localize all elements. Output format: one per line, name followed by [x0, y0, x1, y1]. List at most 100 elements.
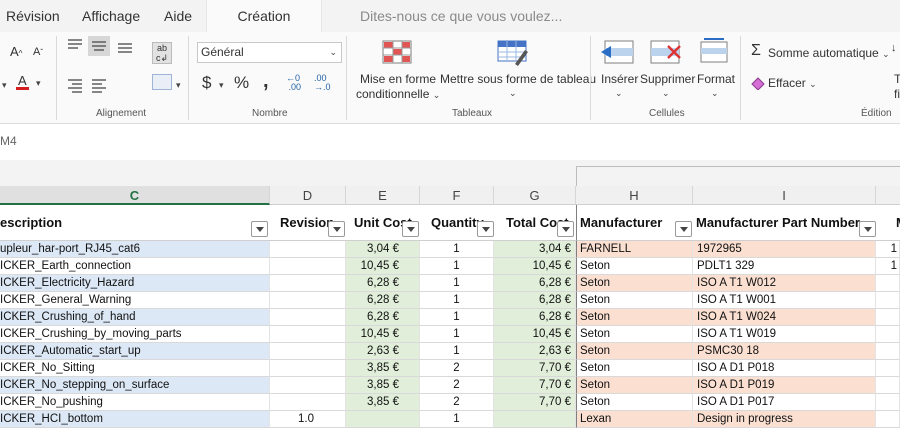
cell-total[interactable]: 10,45 €: [494, 258, 576, 275]
currency-dropdown-icon[interactable]: ▾: [219, 80, 224, 91]
delete-dropdown-icon[interactable]: ⌄: [662, 88, 670, 99]
format-as-table-button[interactable]: Mettre sous forme de tableau: [440, 72, 596, 86]
cell-m[interactable]: [876, 292, 900, 309]
cell-total[interactable]: [494, 411, 576, 428]
cell-m[interactable]: [876, 360, 900, 377]
cell-mfr[interactable]: Seton: [576, 309, 693, 326]
currency-icon[interactable]: $: [202, 73, 211, 93]
col-header-e[interactable]: E: [346, 186, 420, 205]
cell-unit[interactable]: 3,85 €: [346, 360, 420, 377]
autosum-button[interactable]: Somme automatique ⌄: [768, 46, 890, 60]
cell-total[interactable]: 7,70 €: [494, 394, 576, 411]
cell-m[interactable]: [876, 326, 900, 343]
cell-desc[interactable]: ICKER_Crushing_by_moving_parts: [0, 326, 270, 343]
cell-desc[interactable]: ICKER_No_stepping_on_surface: [0, 377, 270, 394]
cell-unit[interactable]: 6,28 €: [346, 292, 420, 309]
cell-desc[interactable]: ICKER_General_Warning: [0, 292, 270, 309]
cell-total[interactable]: 6,28 €: [494, 309, 576, 326]
col-header-h[interactable]: H: [576, 186, 693, 205]
cell-part[interactable]: ISO A D1 P017: [693, 394, 876, 411]
cell-desc[interactable]: ICKER_No_Sitting: [0, 360, 270, 377]
cell-qty[interactable]: 1: [420, 292, 494, 309]
cell-part[interactable]: 1972965: [693, 241, 876, 258]
cell-rev[interactable]: [270, 258, 346, 275]
cell-mfr[interactable]: FARNELL: [576, 241, 693, 258]
sort-filter-label[interactable]: T: [894, 72, 900, 86]
cell-unit[interactable]: 3,85 €: [346, 394, 420, 411]
cell-rev[interactable]: [270, 326, 346, 343]
cell-qty[interactable]: 1: [420, 326, 494, 343]
delete-button[interactable]: Supprimer: [640, 72, 695, 86]
tab-aide[interactable]: Aide: [164, 0, 204, 32]
cell-rev[interactable]: [270, 377, 346, 394]
cell-mfr[interactable]: Seton: [576, 394, 693, 411]
cell-qty[interactable]: 1: [420, 411, 494, 428]
col-header-i[interactable]: I: [693, 186, 876, 205]
cell-qty[interactable]: 2: [420, 394, 494, 411]
cell-m[interactable]: 1: [876, 258, 900, 275]
cell-desc[interactable]: ICKER_Earth_connection: [0, 258, 270, 275]
cell-total[interactable]: 3,04 €: [494, 241, 576, 258]
cell-qty[interactable]: 2: [420, 377, 494, 394]
tab-revision[interactable]: Révision: [6, 0, 66, 32]
insert-button[interactable]: Insérer: [601, 72, 638, 86]
search-input[interactable]: Dites-nous ce que vous voulez...: [360, 0, 562, 32]
col-header-f[interactable]: F: [420, 186, 494, 205]
cell-unit[interactable]: 3,04 €: [346, 241, 420, 258]
cell-mfr[interactable]: Lexan: [576, 411, 693, 428]
cell-qty[interactable]: 1: [420, 258, 494, 275]
col-header-g[interactable]: G: [494, 186, 576, 205]
merge-center-icon[interactable]: [152, 74, 172, 90]
decrease-decimal-icon[interactable]: .00 →.0: [314, 74, 331, 92]
format-dropdown-icon[interactable]: ⌄: [711, 88, 719, 99]
filter-description-icon[interactable]: [251, 221, 268, 237]
cell-unit[interactable]: 6,28 €: [346, 309, 420, 326]
cell-rev[interactable]: [270, 360, 346, 377]
cell-mfr[interactable]: Seton: [576, 275, 693, 292]
cell-qty[interactable]: 1: [420, 309, 494, 326]
col-header-d[interactable]: D: [270, 186, 346, 205]
cell-m[interactable]: [876, 394, 900, 411]
tab-affichage[interactable]: Affichage: [82, 0, 152, 32]
cell-unit[interactable]: 10,45 €: [346, 326, 420, 343]
cell-mfr[interactable]: Seton: [576, 292, 693, 309]
thousands-separator-icon[interactable]: ,: [263, 70, 269, 93]
sort-filter-icon[interactable]: ↓: [891, 42, 897, 54]
cell-total[interactable]: 6,28 €: [494, 275, 576, 292]
name-box[interactable]: M4: [0, 134, 17, 148]
increase-decimal-icon[interactable]: ←0 .00: [286, 74, 301, 92]
border-dropdown-icon[interactable]: ▾: [2, 80, 7, 91]
cell-total[interactable]: 2,63 €: [494, 343, 576, 360]
cell-desc[interactable]: ICKER_Crushing_of_hand: [0, 309, 270, 326]
cell-mfr[interactable]: Seton: [576, 258, 693, 275]
cell-qty[interactable]: 1: [420, 275, 494, 292]
cell-total[interactable]: 7,70 €: [494, 377, 576, 394]
cell-mfr[interactable]: Seton: [576, 377, 693, 394]
clear-button[interactable]: Effacer ⌄: [768, 76, 817, 90]
insert-dropdown-icon[interactable]: ⌄: [615, 88, 623, 99]
cell-desc[interactable]: ICKER_Electricity_Hazard: [0, 275, 270, 292]
percent-icon[interactable]: %: [234, 73, 249, 93]
cell-desc[interactable]: ICKER_HCI_bottom: [0, 411, 270, 428]
cell-m[interactable]: 1: [876, 241, 900, 258]
cell-part[interactable]: ISO A T1 W024: [693, 309, 876, 326]
cell-total[interactable]: 7,70 €: [494, 360, 576, 377]
cell-part[interactable]: PSMC30 18: [693, 343, 876, 360]
tab-creation[interactable]: Création: [206, 0, 322, 32]
cell-m[interactable]: [876, 275, 900, 292]
cell-mfr[interactable]: Seton: [576, 326, 693, 343]
filter-quantity-icon[interactable]: [477, 221, 494, 237]
cell-unit[interactable]: 6,28 €: [346, 275, 420, 292]
cell-qty[interactable]: 2: [420, 360, 494, 377]
cell-m[interactable]: [876, 377, 900, 394]
filter-manufacturer-icon[interactable]: [675, 221, 692, 237]
merge-dropdown-icon[interactable]: ▾: [176, 80, 181, 91]
cell-m[interactable]: [876, 411, 900, 428]
filter-total-cost-icon[interactable]: [557, 221, 574, 237]
cell-unit[interactable]: 2,63 €: [346, 343, 420, 360]
cell-rev[interactable]: [270, 275, 346, 292]
format-button[interactable]: Format: [697, 72, 735, 86]
filter-revision-icon[interactable]: [328, 221, 345, 237]
cell-part[interactable]: Design in progress: [693, 411, 876, 428]
sort-filter-label-2[interactable]: fi: [894, 87, 900, 101]
